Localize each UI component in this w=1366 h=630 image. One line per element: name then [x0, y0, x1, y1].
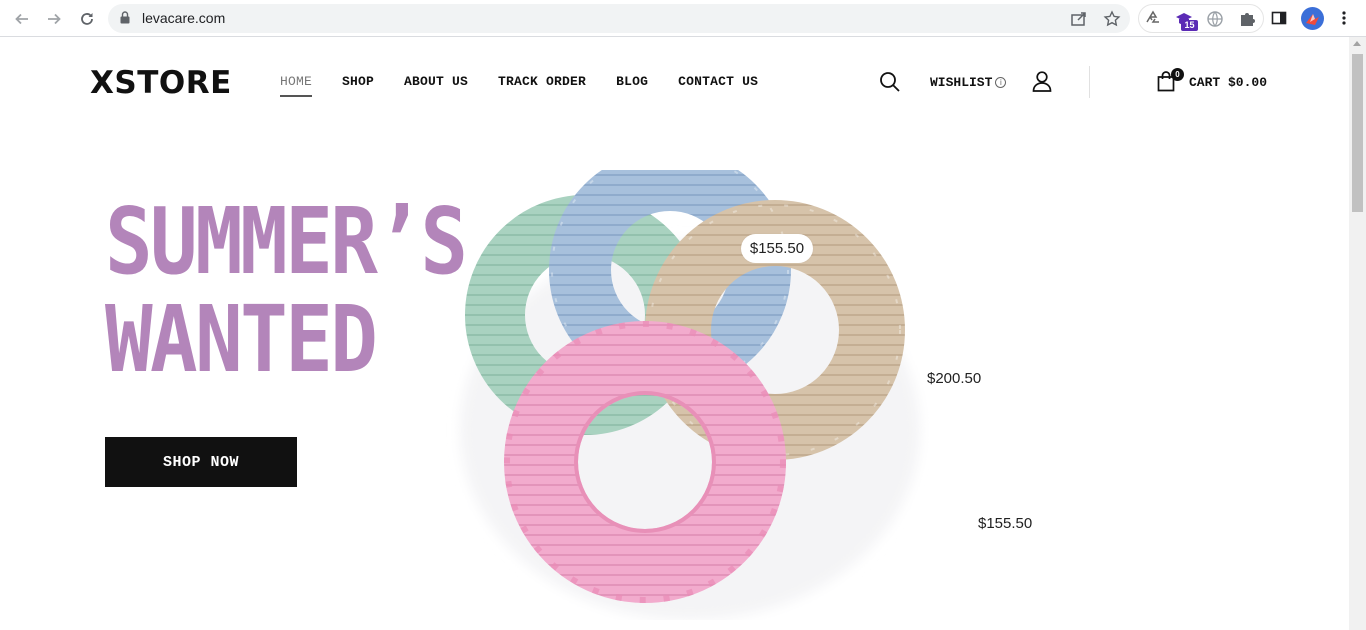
extension-badge: 15	[1181, 20, 1198, 31]
svg-text:XSTORE: XSTORE	[90, 65, 232, 98]
wishlist-label: WISHLIST	[930, 75, 993, 90]
forward-button[interactable]	[42, 7, 66, 31]
nav-item-shop[interactable]: SHOP	[342, 74, 374, 89]
profile-avatar[interactable]	[1301, 7, 1324, 30]
price-label[interactable]: $200.50	[927, 370, 981, 387]
scrollbar-thumb[interactable]	[1352, 54, 1363, 212]
info-icon: i	[995, 77, 1007, 88]
price-label[interactable]: $155.50	[978, 515, 1032, 532]
arrow-right-icon	[48, 13, 61, 25]
page-scrollbar[interactable]	[1349, 37, 1366, 630]
site-logo[interactable]: XSTORE	[90, 64, 236, 98]
header-divider	[1089, 66, 1090, 98]
nav-item-blog[interactable]: BLOG	[616, 74, 648, 89]
browser-menu-icon[interactable]	[1341, 10, 1347, 26]
nav-item-home[interactable]: HOME	[280, 74, 313, 97]
nav-item-about-us[interactable]: ABOUT US	[404, 74, 468, 89]
lock-icon	[120, 11, 130, 24]
share-icon[interactable]	[1070, 10, 1088, 28]
avatar-icon	[1306, 14, 1319, 25]
cart-link[interactable]: CART $0.00	[1189, 75, 1267, 90]
nav-item-contact-us[interactable]: CONTACT US	[678, 74, 758, 89]
globe-extension-icon[interactable]	[1206, 10, 1224, 28]
hero-title-line1: SUMMER’S	[105, 188, 468, 295]
shop-now-button[interactable]: SHOP NOW	[105, 437, 297, 487]
back-button[interactable]	[10, 7, 34, 31]
extensions-group	[1138, 4, 1264, 33]
search-icon[interactable]	[879, 71, 901, 93]
hero-title-line2: WANTED	[105, 286, 378, 393]
hero-title: SUMMER’S WANTED	[105, 188, 468, 393]
wishlist-link[interactable]: WISHLIST i	[930, 75, 1007, 90]
puzzle-extensions-icon[interactable]	[1238, 10, 1256, 28]
side-panel-icon[interactable]	[1271, 10, 1287, 26]
nav-item-track-order[interactable]: TRACK ORDER	[498, 74, 586, 89]
cart-count-badge: 0	[1171, 68, 1184, 81]
address-url: levacare.com	[142, 10, 226, 26]
reload-button[interactable]	[75, 7, 99, 31]
reload-icon	[81, 13, 93, 25]
arrow-left-icon	[15, 13, 28, 25]
user-account-icon[interactable]	[1032, 71, 1052, 92]
bookmark-star-icon[interactable]	[1103, 10, 1121, 28]
price-hotspot[interactable]: $155.50	[741, 234, 813, 263]
scroll-up-arrow-icon[interactable]	[1353, 41, 1361, 46]
main-navigation: HOME SHOP ABOUT US TRACK ORDER BLOG CONT…	[280, 74, 788, 97]
browser-toolbar: levacare.com 15	[0, 0, 1366, 37]
hero-product-image	[440, 170, 930, 620]
recycle-extension-icon[interactable]	[1144, 10, 1162, 28]
address-bar[interactable]: levacare.com	[108, 4, 1130, 33]
